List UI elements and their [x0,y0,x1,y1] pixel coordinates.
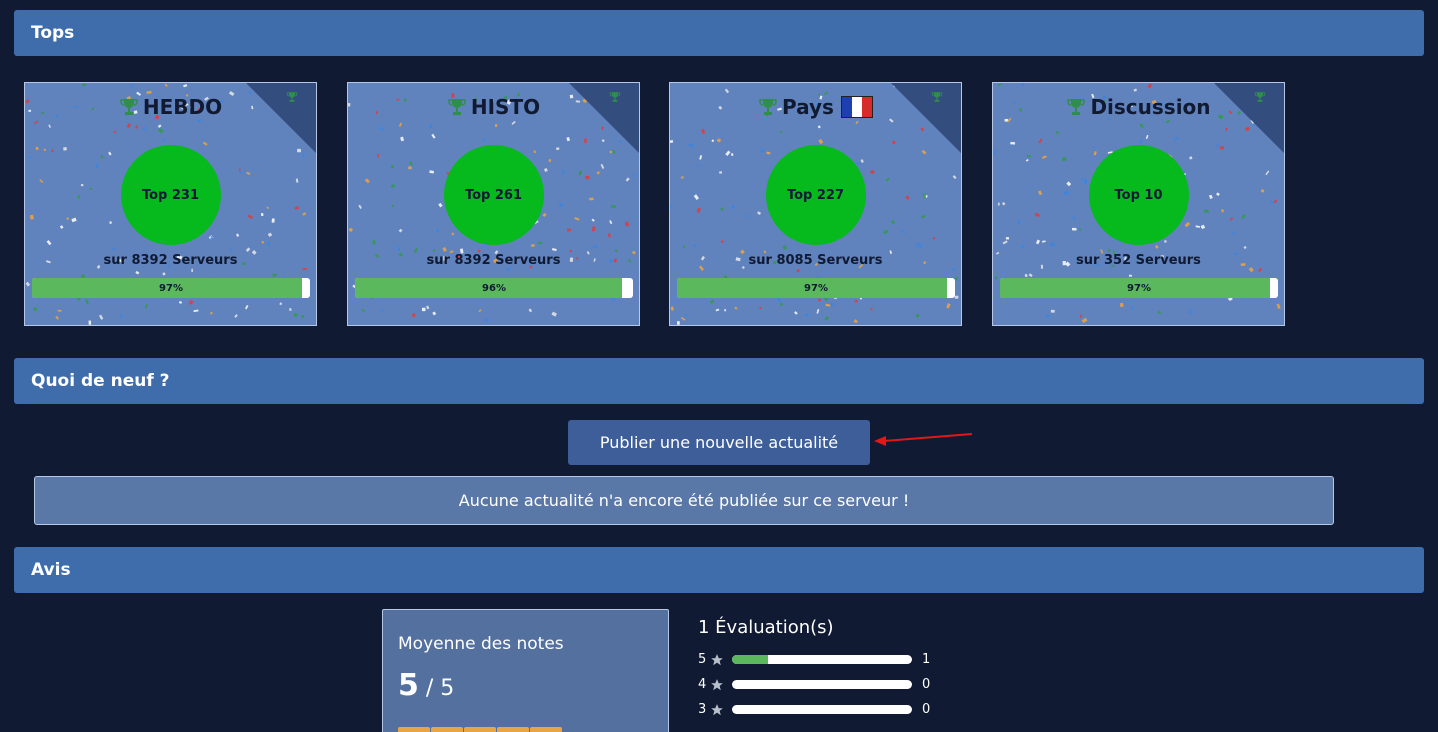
rank-subtitle: sur 8085 Serveurs [748,253,883,268]
percentile-label: 97% [1127,282,1151,294]
rank-text: Top 231 [141,187,200,203]
average-rating-card: Moyenne des notes 5 / 5 [382,609,669,732]
rating-row-4: 40 [698,677,930,692]
rating-row-3: 30 [698,702,930,717]
top-card-hebdo: HEBDO Top 231 sur 8392 Serveurs 97% [24,82,317,326]
percentile-bar: 96% [355,278,633,298]
evaluations-title: 1 Évaluation(s) [698,617,834,638]
top-card-pays: Pays Top 227 sur 8085 Serveurs 97% [669,82,962,326]
rank-subtitle: sur 8392 Serveurs [103,253,238,268]
percentile-bar: 97% [1000,278,1278,298]
rank-text: Top 10 [1114,187,1163,203]
top-card-title: Discussion [993,95,1284,119]
rating-bar [732,705,912,714]
percentile-label: 96% [482,282,506,294]
average-rating-score: 5 / 5 [398,668,653,703]
rating-count: 0 [922,677,931,692]
france-flag-icon [840,96,873,118]
star-icon [431,727,463,732]
rating-bar [732,655,912,664]
percentile-label: 97% [804,282,828,294]
rank-text: Top 227 [786,187,845,203]
star-icon [464,727,496,732]
percentile-bar: 97% [32,278,310,298]
star-icon [711,653,723,665]
percentile-bar: 97% [677,278,955,298]
star-icon [398,727,430,732]
rank-text: Top 261 [464,187,523,203]
rating-bar [732,680,912,689]
trophy-icon [448,99,466,115]
trophy-icon [120,99,138,115]
star-icon [711,678,723,690]
rank-circle: Top 227 [765,145,866,245]
section-header-news: Quoi de neuf ? [14,358,1424,404]
rank-circle: Top 261 [443,145,544,245]
section-title-reviews: Avis [31,560,71,580]
average-score-value: 5 [398,668,419,703]
top-card-title-text: Pays [782,95,834,119]
average-star-row [398,727,562,732]
publish-news-button[interactable]: Publier une nouvelle actualité [568,420,870,465]
star-icon [530,727,562,732]
star-icon [497,727,529,732]
top-card-histo: HISTO Top 261 sur 8392 Serveurs 96% [347,82,640,326]
trophy-icon [759,99,777,115]
section-title-tops: Tops [31,23,75,43]
rating-row-5: 51 [698,652,930,667]
rating-count: 0 [922,702,931,717]
top-card-title: HEBDO [25,95,316,119]
top-card-title-text: Discussion [1090,95,1211,119]
rating-stars-number: 5 [698,652,707,667]
average-score-max: / 5 [418,676,455,701]
percentile-label: 97% [159,282,183,294]
rank-circle: Top 10 [1088,145,1189,245]
top-card-discussion: Discussion Top 10 sur 352 Serveurs 97% [992,82,1285,326]
red-arrow-annotation [874,433,973,446]
average-rating-title: Moyenne des notes [398,634,564,654]
top-card-title-text: HEBDO [142,95,223,119]
trophy-icon [1067,99,1086,115]
top-card-title: Pays [670,95,961,119]
rank-subtitle: sur 8392 Serveurs [426,253,561,268]
rating-stars-number: 3 [698,702,707,717]
top-card-title: HISTO [348,95,639,119]
rank-circle: Top 231 [120,145,221,245]
star-icon [711,703,723,715]
section-header-tops: Tops [14,10,1424,56]
rank-subtitle: sur 352 Serveurs [1076,253,1201,268]
empty-news-text: Aucune actualité n'a encore été publiée … [458,491,910,510]
rating-bar-fill [732,655,768,664]
rating-count: 1 [922,652,931,667]
section-header-reviews: Avis [14,547,1424,593]
top-card-title-text: HISTO [470,95,541,119]
empty-news-message: Aucune actualité n'a encore été publiée … [34,476,1334,525]
rating-stars-number: 4 [698,677,707,692]
section-title-news: Quoi de neuf ? [31,371,170,391]
